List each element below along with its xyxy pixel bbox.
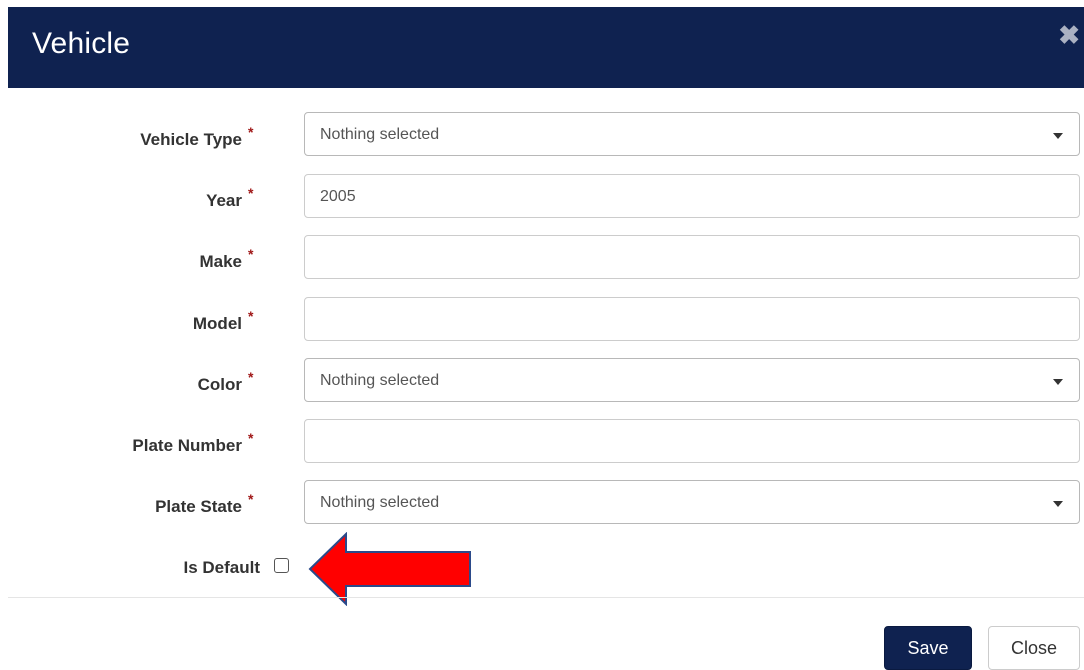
red-left-arrow-icon	[308, 532, 471, 606]
plate-state-label: Plate State	[155, 497, 242, 516]
plate-number-input[interactable]	[304, 419, 1080, 463]
year-label: Year	[206, 191, 242, 210]
vehicle-type-label: Vehicle Type	[140, 130, 242, 149]
year-value: 2005	[320, 188, 356, 205]
color-label: Color	[197, 375, 242, 394]
modal-header: Vehicle ✖	[8, 7, 1084, 88]
make-input[interactable]	[304, 235, 1080, 279]
close-button[interactable]: Close	[988, 626, 1080, 670]
year-input[interactable]: 2005	[304, 174, 1080, 218]
vehicle-type-select[interactable]: Nothing selected	[304, 112, 1080, 156]
chevron-down-icon	[1053, 501, 1063, 507]
required-marker: *	[248, 430, 254, 446]
required-marker: *	[248, 491, 254, 507]
required-marker: *	[248, 308, 254, 324]
required-marker: *	[248, 185, 254, 201]
is-default-label: Is Default	[183, 558, 260, 577]
required-marker: *	[248, 124, 254, 140]
save-button[interactable]: Save	[884, 626, 972, 670]
chevron-down-icon	[1053, 379, 1063, 385]
required-marker: *	[248, 246, 254, 262]
close-icon[interactable]: ✖	[1058, 22, 1080, 48]
vehicle-type-value: Nothing selected	[320, 126, 440, 143]
plate-state-select[interactable]: Nothing selected	[304, 480, 1080, 524]
is-default-checkbox[interactable]	[274, 558, 289, 573]
footer-divider	[8, 597, 1084, 598]
make-label: Make	[199, 252, 242, 271]
color-select[interactable]: Nothing selected	[304, 358, 1080, 402]
required-marker: *	[248, 369, 254, 385]
plate-number-label: Plate Number	[132, 436, 242, 455]
modal-title: Vehicle	[32, 27, 131, 60]
model-label: Model	[192, 314, 242, 333]
plate-state-value: Nothing selected	[320, 494, 440, 511]
model-input[interactable]	[304, 297, 1080, 341]
chevron-down-icon	[1053, 133, 1063, 139]
color-value: Nothing selected	[320, 372, 440, 389]
